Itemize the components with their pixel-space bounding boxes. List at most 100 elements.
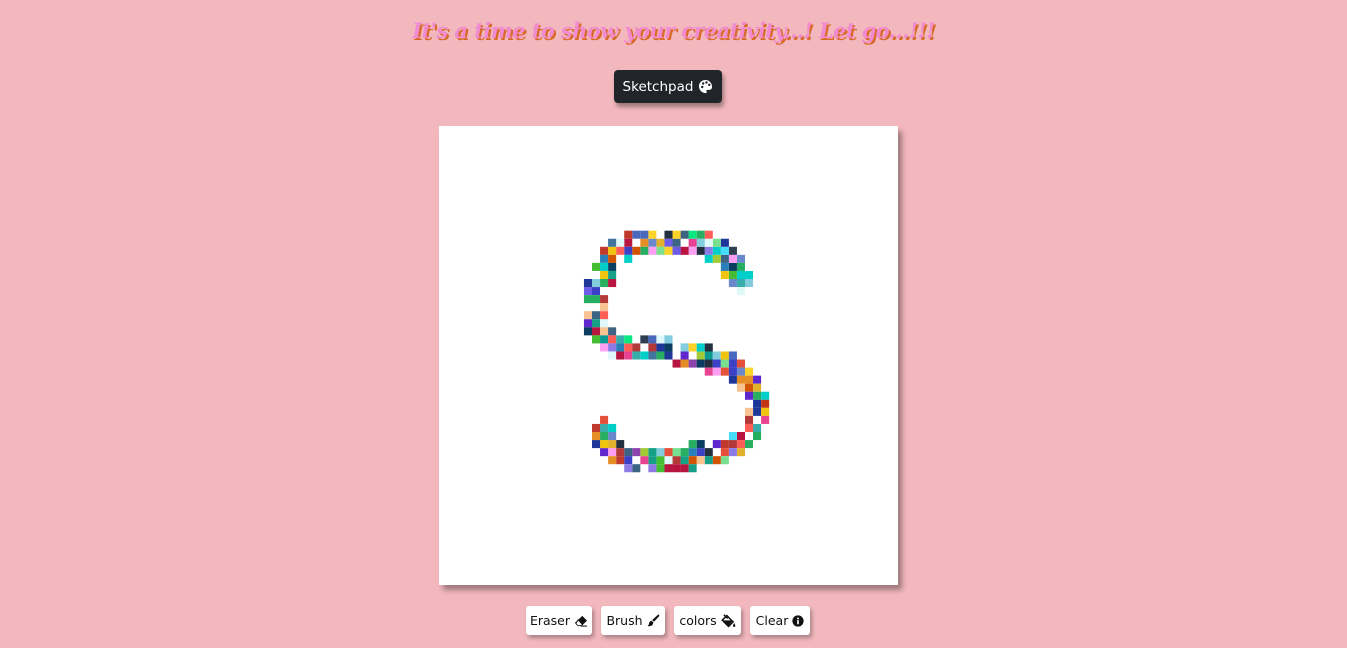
sketch-canvas[interactable]	[439, 126, 898, 585]
painted-pixel	[616, 246, 625, 255]
painted-pixel	[728, 254, 737, 263]
painted-pixel	[616, 335, 625, 344]
painted-pixel	[632, 246, 641, 255]
painted-pixel	[720, 262, 729, 271]
painted-pixel	[656, 351, 665, 360]
painted-pixel	[712, 440, 721, 449]
painted-pixel	[704, 359, 713, 368]
painted-pixel	[656, 238, 665, 247]
painted-pixel	[616, 456, 625, 465]
painted-pixel	[761, 391, 770, 400]
painted-pixel	[664, 448, 673, 457]
painted-pixel	[688, 343, 697, 352]
painted-pixel	[704, 351, 713, 360]
painted-pixel	[648, 448, 657, 457]
painted-pixel	[728, 367, 737, 376]
painted-pixel	[592, 311, 601, 320]
painted-pixel	[745, 407, 754, 416]
painted-pixel	[632, 448, 641, 457]
sketchpad-button[interactable]: Sketchpad	[614, 70, 722, 103]
painted-pixel	[696, 359, 705, 368]
painted-pixel	[648, 335, 657, 344]
painted-pixel	[696, 230, 705, 239]
painted-pixel	[664, 230, 673, 239]
painted-pixel	[736, 367, 745, 376]
painted-pixel	[616, 440, 625, 449]
painted-pixel	[608, 238, 617, 247]
painted-pixel	[592, 295, 601, 304]
colors-button-label: colors	[679, 613, 717, 628]
painted-pixel	[680, 230, 689, 239]
painted-pixel	[728, 375, 737, 384]
painted-pixel	[648, 230, 657, 239]
painted-pixel	[720, 246, 729, 255]
painted-pixel	[745, 415, 754, 424]
painted-pixel	[728, 246, 737, 255]
painted-pixel	[592, 335, 601, 344]
painted-pixel	[640, 448, 649, 457]
painted-pixel	[608, 456, 617, 465]
painted-pixel	[696, 343, 705, 352]
page-headline: It's a time to show your creativity...! …	[412, 18, 935, 43]
painted-pixel	[736, 262, 745, 271]
painted-pixel	[664, 343, 673, 352]
painted-pixel	[624, 335, 633, 344]
sketchpad-page: It's a time to show your creativity...! …	[0, 0, 1347, 648]
painted-pixel	[600, 295, 609, 304]
painted-pixel	[608, 279, 617, 288]
painted-pixel	[600, 254, 609, 263]
eraser-button[interactable]: Eraser	[526, 606, 592, 635]
painted-pixel	[648, 464, 657, 473]
eraser-icon	[574, 615, 588, 627]
painted-pixel	[600, 415, 609, 424]
painted-pixel	[583, 319, 592, 328]
sketch-grid[interactable]	[439, 126, 898, 585]
painted-pixel	[664, 456, 673, 465]
painted-pixel	[720, 448, 729, 457]
painted-pixel	[608, 423, 617, 432]
painted-pixel	[672, 456, 681, 465]
painted-pixel	[616, 448, 625, 457]
painted-pixel	[672, 448, 681, 457]
clear-button[interactable]: Clear	[750, 606, 810, 635]
fill-drip-icon	[720, 613, 736, 628]
painted-pixel	[632, 343, 641, 352]
painted-pixel	[753, 407, 762, 416]
painted-pixel	[736, 287, 745, 296]
painted-pixel	[696, 440, 705, 449]
painted-pixel	[704, 456, 713, 465]
painted-pixel	[696, 351, 705, 360]
painted-pixel	[736, 375, 745, 384]
painted-pixel	[600, 327, 609, 336]
painted-pixel	[640, 335, 649, 344]
painted-pixel	[688, 246, 697, 255]
painted-pixel	[712, 238, 721, 247]
painted-pixel	[648, 456, 657, 465]
painted-pixel	[608, 335, 617, 344]
painted-pixel	[624, 456, 633, 465]
painted-pixel	[704, 448, 713, 457]
painted-pixel	[753, 399, 762, 408]
painted-pixel	[656, 456, 665, 465]
painted-pixel	[688, 230, 697, 239]
painted-pixel	[712, 456, 721, 465]
painted-pixel	[704, 230, 713, 239]
painted-pixel	[656, 335, 665, 344]
painted-pixel	[712, 351, 721, 360]
painted-pixel	[688, 440, 697, 449]
colors-button[interactable]: colors	[674, 606, 741, 635]
sketchpad-button-label: Sketchpad	[622, 78, 694, 95]
painted-pixel	[728, 432, 737, 441]
painted-pixel	[616, 351, 625, 360]
painted-pixel	[648, 246, 657, 255]
brush-button[interactable]: Brush	[601, 606, 665, 635]
painted-pixel	[600, 335, 609, 344]
tool-bar: Eraser Brush colors Clear	[0, 606, 1347, 635]
painted-pixel	[728, 270, 737, 279]
painted-pixel	[672, 464, 681, 473]
painted-pixel	[680, 456, 689, 465]
painted-pixel	[736, 448, 745, 457]
painted-pixel	[753, 391, 762, 400]
painted-pixel	[745, 383, 754, 392]
painted-pixel	[640, 456, 649, 465]
